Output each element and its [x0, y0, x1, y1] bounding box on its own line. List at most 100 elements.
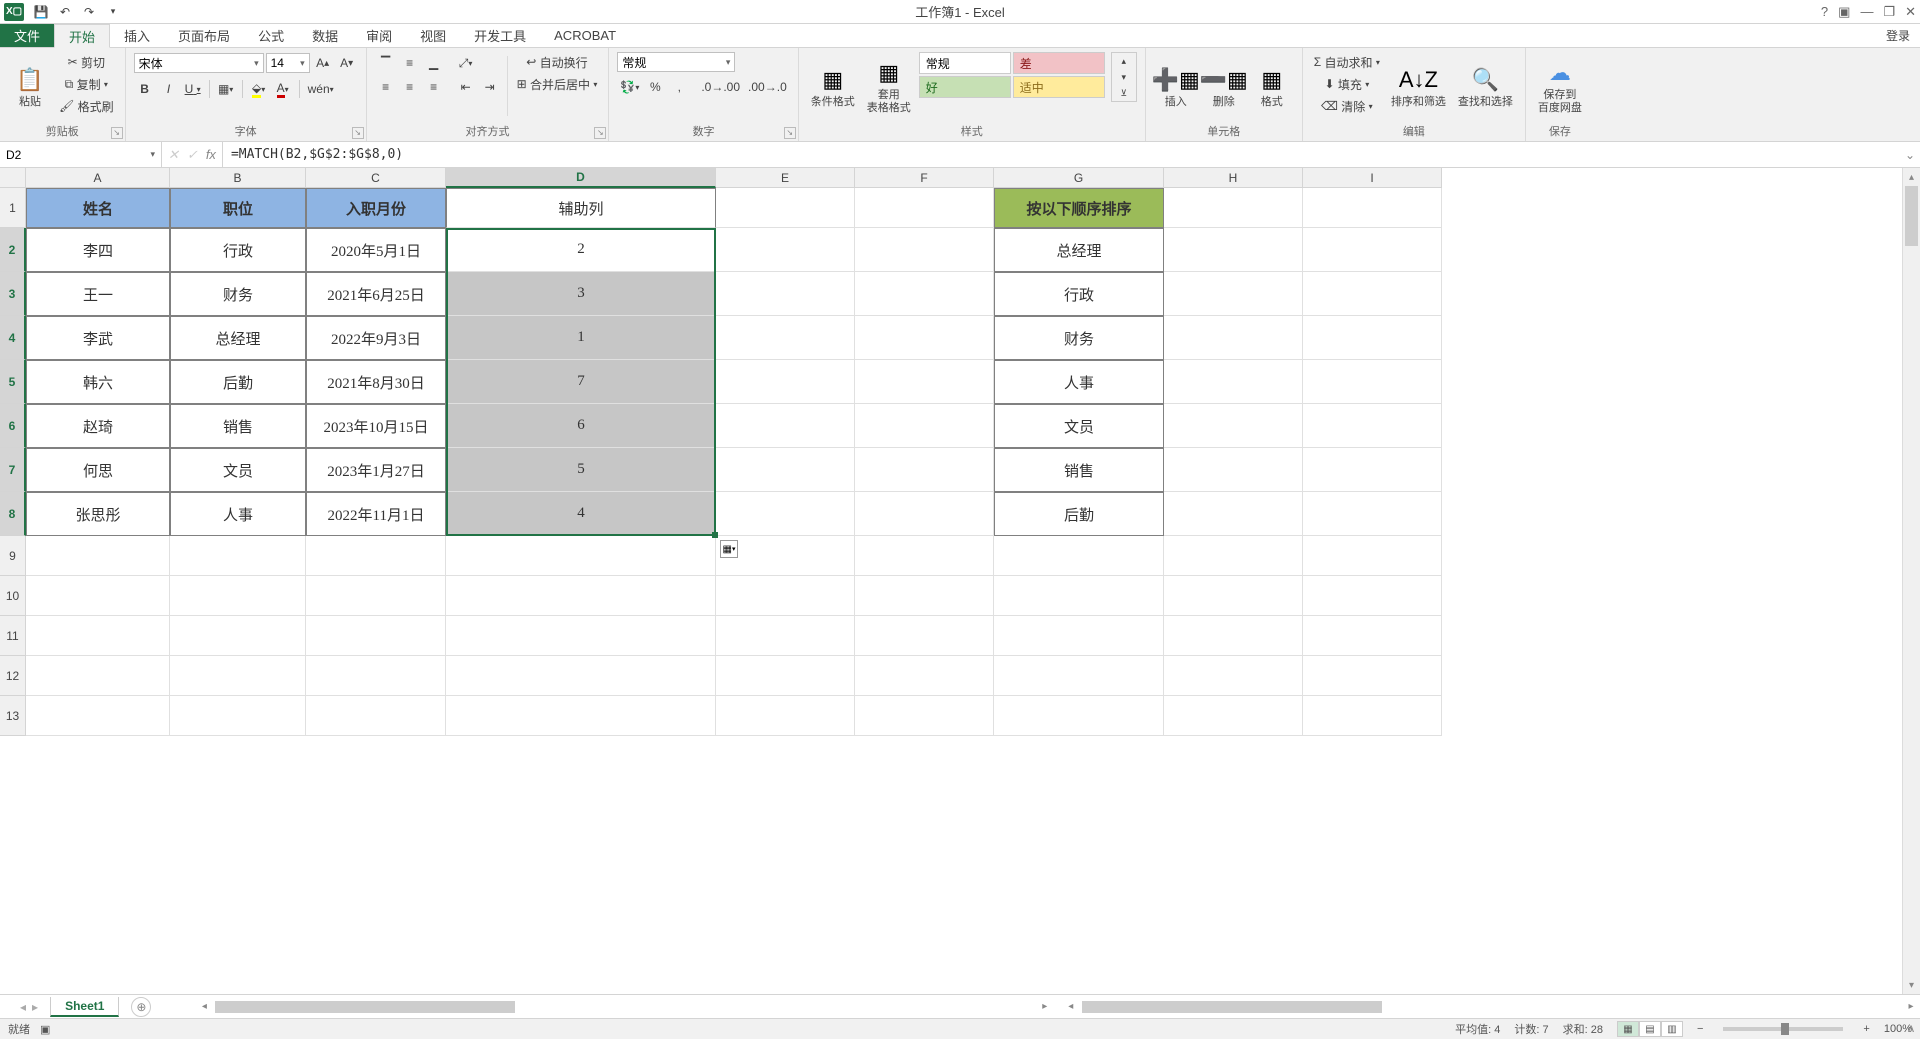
borders-button[interactable]: ▦▾: [215, 79, 237, 99]
redo-icon[interactable]: ↷: [80, 3, 98, 21]
insert-function-icon[interactable]: fx: [206, 147, 216, 162]
cell-A10[interactable]: [26, 576, 170, 616]
cell-A5[interactable]: 韩六: [26, 360, 170, 404]
save-to-baidu-button[interactable]: ☁保存到 百度网盘: [1534, 52, 1586, 120]
font-size-combo[interactable]: 14▾: [266, 53, 310, 73]
cell-B6[interactable]: 销售: [170, 404, 306, 448]
col-header-I[interactable]: I: [1303, 168, 1442, 188]
cell-C13[interactable]: [306, 696, 446, 736]
cell-E4[interactable]: [716, 316, 855, 360]
cell-B3[interactable]: 财务: [170, 272, 306, 316]
align-top-button[interactable]: ▔: [375, 53, 397, 73]
cell-A7[interactable]: 何思: [26, 448, 170, 492]
cell-A8[interactable]: 张思彤: [26, 492, 170, 536]
view-page-layout-icon[interactable]: ▤: [1639, 1021, 1661, 1037]
tab-page-layout[interactable]: 页面布局: [164, 24, 244, 47]
cell-E5[interactable]: [716, 360, 855, 404]
font-name-combo[interactable]: 宋体▾: [134, 53, 264, 73]
underline-button[interactable]: U ▾: [182, 79, 204, 99]
cell-B8[interactable]: 人事: [170, 492, 306, 536]
tab-developer[interactable]: 开发工具: [460, 24, 540, 47]
clear-button[interactable]: ⌫ 清除 ▾: [1311, 96, 1383, 116]
vscroll-thumb[interactable]: [1905, 186, 1918, 246]
cell-G13[interactable]: [994, 696, 1164, 736]
cell-A3[interactable]: 王一: [26, 272, 170, 316]
sheet-nav[interactable]: ◂▸: [20, 1000, 46, 1014]
help-icon[interactable]: ?: [1821, 4, 1828, 19]
col-header-B[interactable]: B: [170, 168, 306, 188]
cell-E10[interactable]: [716, 576, 855, 616]
phonetic-button[interactable]: wén▾: [305, 79, 337, 99]
number-dialog-launcher[interactable]: ↘: [784, 127, 796, 139]
decrease-indent-button[interactable]: ⇤: [455, 77, 477, 97]
cell-I11[interactable]: [1303, 616, 1442, 656]
cell-B4[interactable]: 总经理: [170, 316, 306, 360]
find-select-button[interactable]: 🔍查找和选择: [1454, 52, 1517, 120]
row-header-2[interactable]: 2: [0, 228, 26, 272]
italic-button[interactable]: I: [158, 79, 180, 99]
cell-A9[interactable]: [26, 536, 170, 576]
cell-B2[interactable]: 行政: [170, 228, 306, 272]
cell-E12[interactable]: [716, 656, 855, 696]
style-bad[interactable]: 差: [1013, 52, 1105, 74]
cell-H6[interactable]: [1164, 404, 1303, 448]
cell-G3[interactable]: 行政: [994, 272, 1164, 316]
cell-F8[interactable]: [855, 492, 994, 536]
cell-F5[interactable]: [855, 360, 994, 404]
collapse-ribbon-icon[interactable]: ʌ: [1908, 1021, 1914, 1035]
cell-F13[interactable]: [855, 696, 994, 736]
paste-button[interactable]: 📋 粘贴: [8, 52, 52, 120]
cell-E7[interactable]: [716, 448, 855, 492]
alignment-dialog-launcher[interactable]: ↘: [594, 127, 606, 139]
cell-A13[interactable]: [26, 696, 170, 736]
cell-I8[interactable]: [1303, 492, 1442, 536]
cell-C10[interactable]: [306, 576, 446, 616]
number-format-combo[interactable]: 常规▾: [617, 52, 735, 72]
select-all-corner[interactable]: [0, 168, 26, 188]
row-header-7[interactable]: 7: [0, 448, 26, 492]
cell-H10[interactable]: [1164, 576, 1303, 616]
cell-I12[interactable]: [1303, 656, 1442, 696]
cell-C3[interactable]: 2021年6月25日: [306, 272, 446, 316]
cell-D2[interactable]: 2: [446, 228, 716, 272]
name-box[interactable]: D2▾: [0, 142, 162, 167]
qat-customize-icon[interactable]: ▾: [104, 3, 122, 21]
cell-H2[interactable]: [1164, 228, 1303, 272]
add-sheet-button[interactable]: ⊕: [131, 997, 151, 1017]
close-icon[interactable]: ✕: [1905, 4, 1916, 20]
cell-G8[interactable]: 后勤: [994, 492, 1164, 536]
minimize-icon[interactable]: —: [1860, 4, 1873, 19]
cell-E6[interactable]: [716, 404, 855, 448]
cell-A4[interactable]: 李武: [26, 316, 170, 360]
cell-B5[interactable]: 后勤: [170, 360, 306, 404]
cell-G5[interactable]: 人事: [994, 360, 1164, 404]
cell-H3[interactable]: [1164, 272, 1303, 316]
cell-H4[interactable]: [1164, 316, 1303, 360]
autosum-button[interactable]: Σ 自动求和 ▾: [1311, 52, 1383, 72]
align-center-button[interactable]: ≡: [399, 77, 421, 97]
cell-B1[interactable]: 职位: [170, 188, 306, 228]
cell-F4[interactable]: [855, 316, 994, 360]
restore-icon[interactable]: ❐: [1883, 4, 1895, 20]
accounting-format-button[interactable]: 💱▾: [617, 77, 642, 97]
zoom-slider[interactable]: [1723, 1027, 1843, 1031]
cell-G10[interactable]: [994, 576, 1164, 616]
cell-D4[interactable]: 1: [446, 316, 716, 360]
tab-review[interactable]: 审阅: [352, 24, 406, 47]
sort-filter-button[interactable]: A↓Z排序和筛选: [1387, 52, 1450, 120]
comma-format-button[interactable]: ,: [668, 77, 690, 97]
cell-C1[interactable]: 入职月份: [306, 188, 446, 228]
cell-G9[interactable]: [994, 536, 1164, 576]
cell-H5[interactable]: [1164, 360, 1303, 404]
cell-B11[interactable]: [170, 616, 306, 656]
cell-A2[interactable]: 李四: [26, 228, 170, 272]
spreadsheet-grid[interactable]: ABCDEFGHI1姓名职位入职月份辅助列按以下顺序排序2李四行政2020年5月…: [0, 168, 1920, 994]
cell-G4[interactable]: 财务: [994, 316, 1164, 360]
cell-E8[interactable]: [716, 492, 855, 536]
col-header-D[interactable]: D: [446, 168, 716, 188]
cell-H11[interactable]: [1164, 616, 1303, 656]
cell-C8[interactable]: 2022年11月1日: [306, 492, 446, 536]
col-header-E[interactable]: E: [716, 168, 855, 188]
col-header-H[interactable]: H: [1164, 168, 1303, 188]
cut-button[interactable]: ✂ 剪切: [56, 52, 117, 72]
